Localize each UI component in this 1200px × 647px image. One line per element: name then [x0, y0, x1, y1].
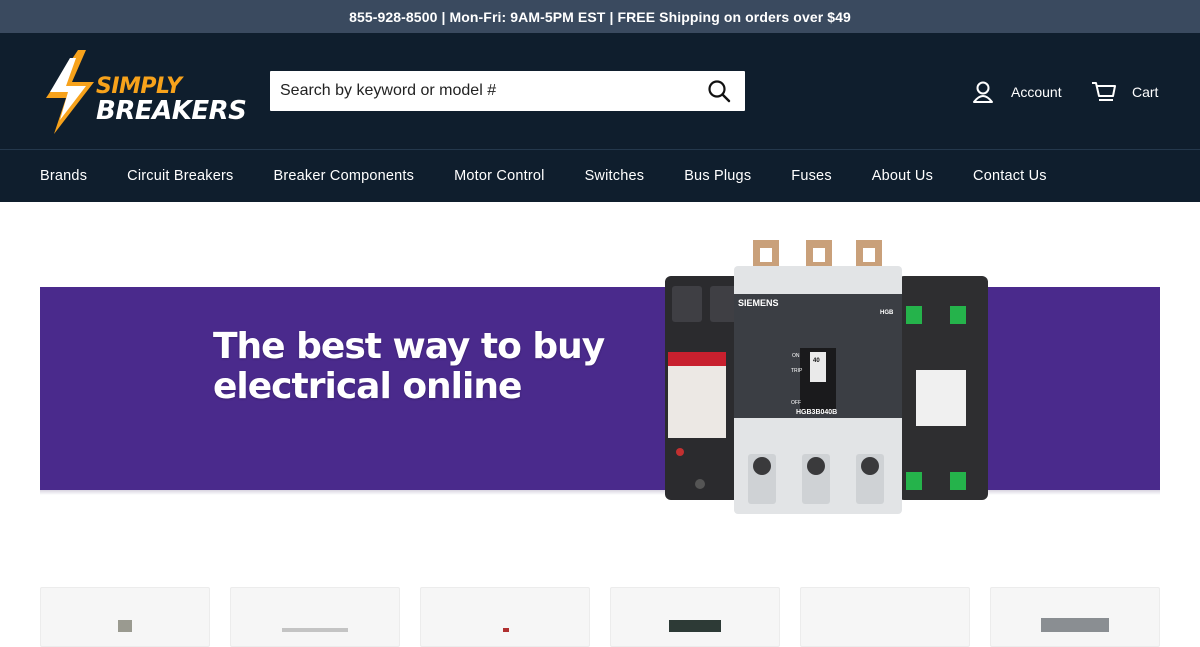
nav-item-circuit-breakers[interactable]: Circuit Breakers [127, 168, 233, 184]
search-bar [270, 71, 745, 111]
hero-headline: The best way to buy electrical online [213, 326, 605, 407]
hero-shadow [40, 490, 1160, 495]
nav-item-bus-plugs[interactable]: Bus Plugs [684, 168, 751, 184]
search-input[interactable] [270, 71, 690, 111]
nav-item-fuses[interactable]: Fuses [791, 168, 832, 184]
center-breaker-image: SIEMENS HGB 40 ON TRIP OFF HGB3B040B [734, 240, 902, 514]
product-brand-text: SIEMENS [738, 298, 779, 308]
handle-on-label: ON [792, 353, 800, 359]
nav-item-breaker-components[interactable]: Breaker Components [274, 168, 415, 184]
search-button[interactable] [707, 79, 731, 103]
nav-item-switches[interactable]: Switches [585, 168, 645, 184]
logo-line-breakers: BREAKERS [96, 96, 247, 126]
account-link[interactable]: Account [972, 79, 1062, 105]
nav-item-contact-us[interactable]: Contact Us [973, 168, 1047, 184]
main-navigation: Brands Circuit Breakers Breaker Componen… [0, 150, 1200, 202]
nav-item-motor-control[interactable]: Motor Control [454, 168, 544, 184]
hero-product-image: SIEMENS HGB 40 ON TRIP OFF HGB3B040B [665, 240, 988, 514]
cart-icon [1092, 82, 1116, 101]
hero-headline-line1: The best way to buy [213, 326, 605, 367]
site-header: SIMPLY BREAKERS Account Cart [0, 33, 1200, 150]
lightning-bolt-icon [46, 50, 94, 134]
product-model-text: HGB3B040B [796, 409, 837, 416]
category-row [40, 587, 1160, 647]
right-breaker-image [898, 276, 988, 500]
handle-trip-label: TRIP [791, 368, 803, 374]
category-card[interactable] [230, 587, 400, 647]
nav-item-brands[interactable]: Brands [40, 168, 87, 184]
category-card[interactable] [990, 587, 1160, 647]
hero-headline-line2: electrical online [213, 366, 522, 407]
handle-rating-text: 40 [813, 358, 820, 364]
announcement-bar: 855-928-8500 | Mon-Fri: 9AM-5PM EST | FR… [0, 0, 1200, 33]
category-card[interactable] [420, 587, 590, 647]
nav-item-about-us[interactable]: About Us [872, 168, 933, 184]
category-card[interactable] [610, 587, 780, 647]
category-card[interactable] [40, 587, 210, 647]
cart-label: Cart [1132, 84, 1159, 100]
category-card[interactable] [800, 587, 970, 647]
cart-link[interactable]: Cart [1091, 79, 1158, 105]
user-icon [973, 81, 993, 103]
product-type-text: HGB [880, 310, 894, 316]
search-icon [708, 80, 731, 103]
hero-banner[interactable]: The best way to buy electrical online [40, 287, 1160, 495]
account-label: Account [1011, 84, 1062, 100]
handle-off-label: OFF [791, 400, 801, 406]
site-logo[interactable]: SIMPLY BREAKERS [40, 48, 247, 138]
